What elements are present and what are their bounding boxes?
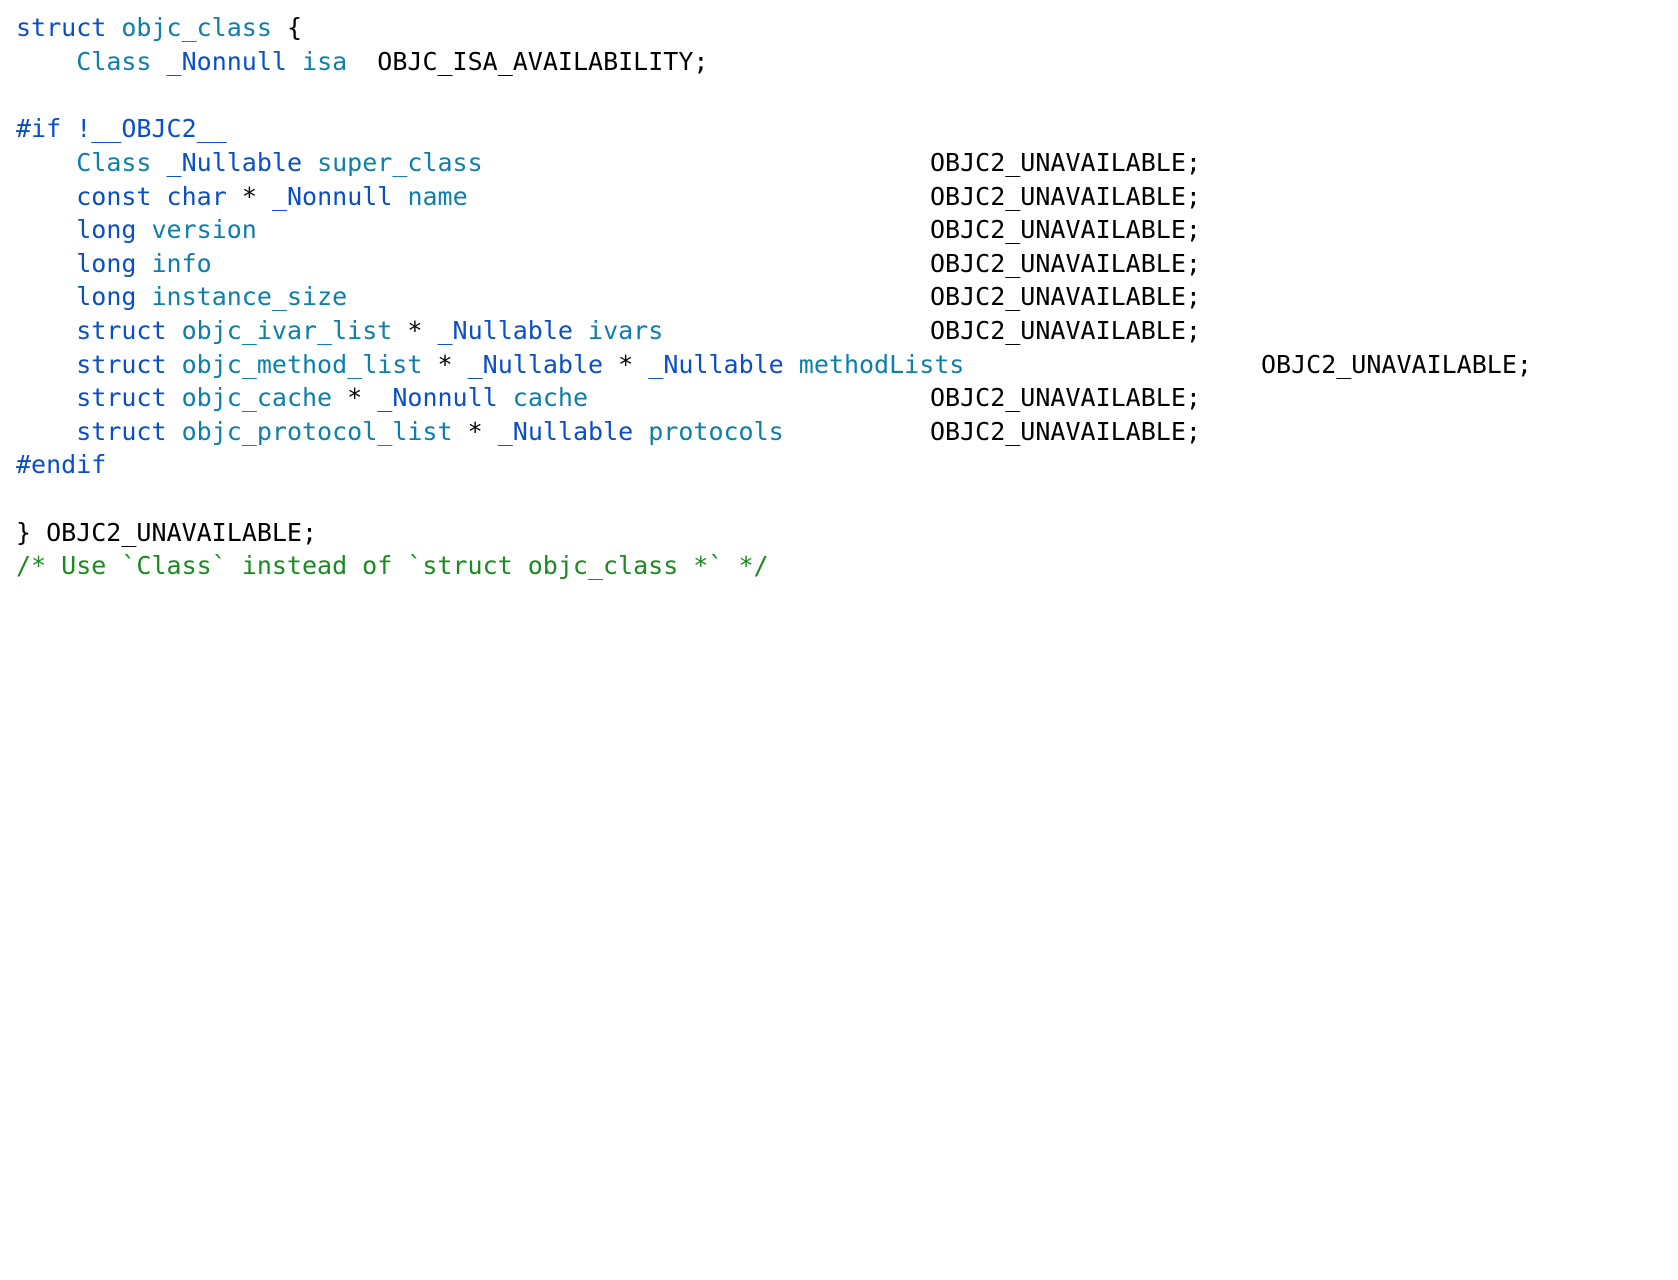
nullable-qualifier: _Nullable xyxy=(497,417,634,446)
code-line-name: const char * _Nonnull name xyxy=(16,180,468,214)
macro-unavailable: OBJC2_UNAVAILABLE; xyxy=(930,282,1201,311)
field-cache: cache xyxy=(512,383,589,412)
macro-isa-availability: OBJC_ISA_AVAILABILITY; xyxy=(377,47,709,76)
type-class: Class xyxy=(76,148,152,177)
preprocessor-endif: #endif xyxy=(16,450,107,479)
macro-unavailable: OBJC2_UNAVAILABLE; xyxy=(930,316,1201,345)
code-line-comment: /* Use `Class` instead of `struct objc_c… xyxy=(16,549,769,583)
macro-unavailable: OBJC2_UNAVAILABLE; xyxy=(930,383,1201,412)
type-class: Class xyxy=(76,47,152,76)
code-line-endif: #endif xyxy=(16,448,106,482)
code-line-close-brace: } OBJC2_UNAVAILABLE; xyxy=(16,516,317,550)
preprocessor-if: #if !__OBJC2__ xyxy=(16,114,227,143)
nonnull-qualifier: _Nonnull xyxy=(377,383,498,412)
closing-declaration: } OBJC2_UNAVAILABLE; xyxy=(16,518,318,547)
keyword-struct: struct xyxy=(76,383,167,412)
macro-unavailable: OBJC2_UNAVAILABLE; xyxy=(930,182,1201,211)
type-long: long xyxy=(76,249,137,278)
nullable-qualifier: _Nullable xyxy=(437,316,573,345)
macro-unavailable: OBJC2_UNAVAILABLE; xyxy=(1261,350,1532,379)
field-info: info xyxy=(151,249,212,278)
keyword-struct: struct xyxy=(76,350,167,379)
field-isa: isa xyxy=(302,47,348,76)
pointer-star: * xyxy=(437,350,453,379)
code-line-isa: Class _Nonnull isa OBJC_ISA_AVAILABILITY… xyxy=(16,45,708,79)
code-line-super-class: Class _Nullable super_class xyxy=(16,146,483,180)
field-version: version xyxy=(151,215,257,244)
field-super-class: super_class xyxy=(317,148,483,177)
pointer-star: * xyxy=(467,417,483,446)
type-objc-method-list: objc_method_list xyxy=(181,350,423,379)
code-line-method-lists: struct objc_method_list * _Nullable * _N… xyxy=(16,348,964,382)
field-instance-size: instance_size xyxy=(151,282,348,311)
pointer-star: * xyxy=(407,316,423,345)
code-line-cache: struct objc_cache * _Nonnull cache xyxy=(16,381,588,415)
struct-name: objc_class xyxy=(121,13,272,42)
code-line-info: long info xyxy=(16,247,212,281)
code-comment: /* Use `Class` instead of `struct objc_c… xyxy=(16,551,769,580)
keyword-struct: struct xyxy=(76,316,167,345)
code-line-version: long version xyxy=(16,213,257,247)
code-line-instance-size: long instance_size xyxy=(16,280,347,314)
nonnull-qualifier: _Nonnull xyxy=(166,47,287,76)
field-ivars: ivars xyxy=(588,316,664,345)
open-brace: { xyxy=(286,13,303,42)
type-char: char xyxy=(166,182,227,211)
macro-unavailable: OBJC2_UNAVAILABLE; xyxy=(930,215,1201,244)
code-line-protocols: struct objc_protocol_list * _Nullable pr… xyxy=(16,415,784,449)
type-objc-ivar-list: objc_ivar_list xyxy=(181,316,393,345)
nonnull-qualifier: _Nonnull xyxy=(271,182,393,211)
macro-unavailable: OBJC2_UNAVAILABLE; xyxy=(930,417,1201,446)
type-objc-protocol-list: objc_protocol_list xyxy=(181,417,453,446)
macro-unavailable: OBJC2_UNAVAILABLE; xyxy=(930,148,1201,177)
type-long: long xyxy=(76,215,137,244)
keyword-struct: struct xyxy=(76,417,167,446)
macro-unavailable: OBJC2_UNAVAILABLE; xyxy=(930,249,1201,278)
pointer-star: * xyxy=(347,383,363,412)
code-line-struct-decl: struct objc_class { xyxy=(16,11,302,45)
code-line-ivars: struct objc_ivar_list * _Nullable ivars xyxy=(16,314,663,348)
nullable-qualifier: _Nullable xyxy=(467,350,604,379)
keyword-struct: struct xyxy=(16,13,107,42)
field-protocols: protocols xyxy=(648,417,784,446)
type-long: long xyxy=(76,282,137,311)
field-name: name xyxy=(407,182,468,211)
type-objc-cache: objc_cache xyxy=(181,383,333,412)
code-line-if-directive: #if !__OBJC2__ xyxy=(16,112,227,146)
pointer-star: * xyxy=(618,350,634,379)
nullable-qualifier: _Nullable xyxy=(166,148,303,177)
code-editor[interactable]: struct objc_class { Class _Nonnull isa O… xyxy=(0,0,1678,640)
nullable-qualifier: _Nullable xyxy=(648,350,784,379)
keyword-const: const xyxy=(76,182,152,211)
pointer-star: * xyxy=(241,182,257,211)
field-method-lists: methodLists xyxy=(798,350,965,379)
